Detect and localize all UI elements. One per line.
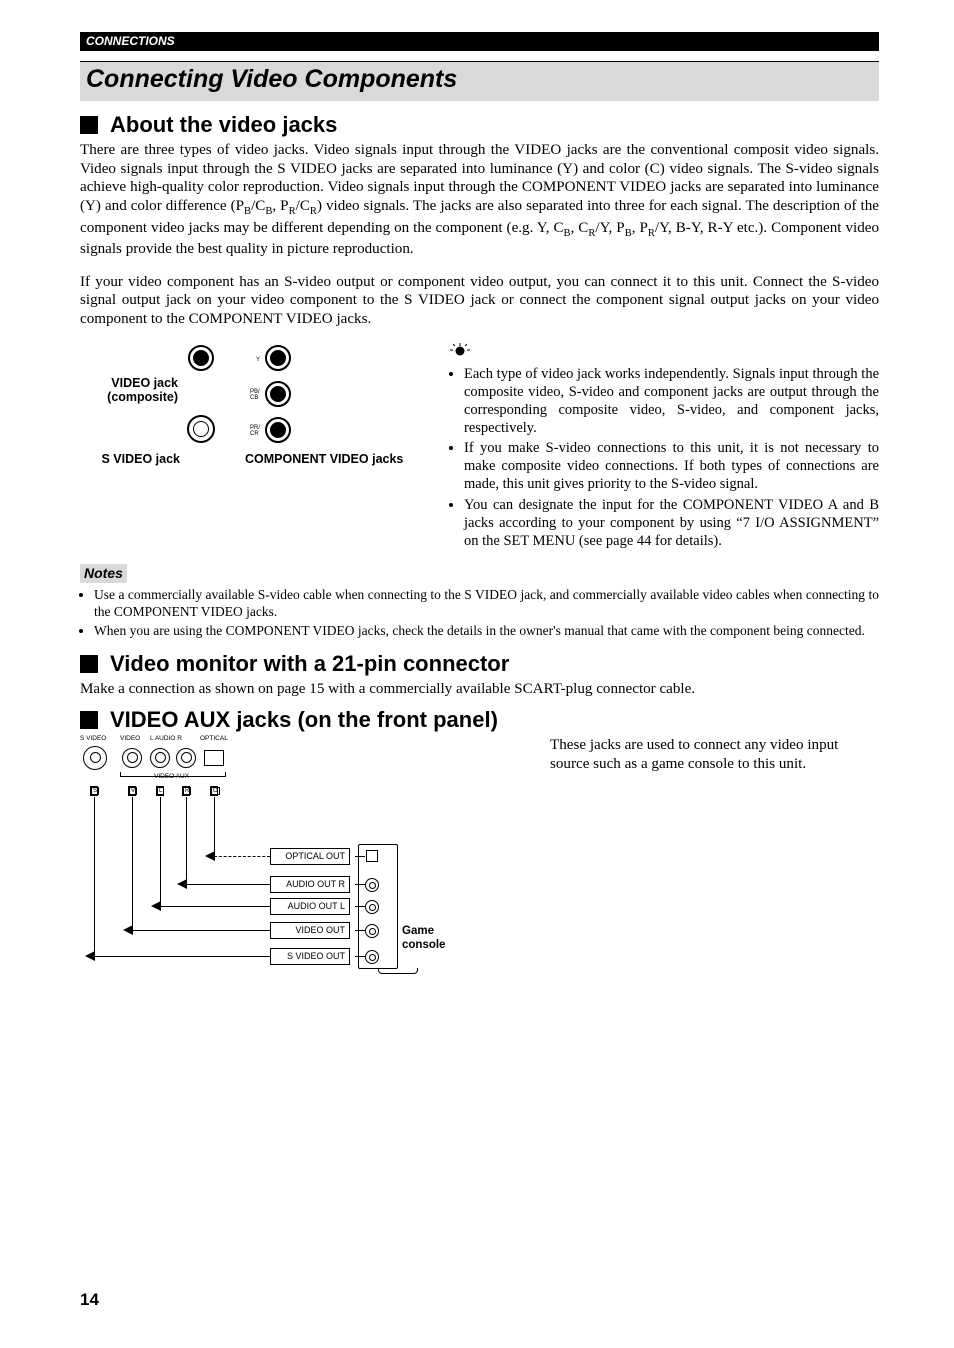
illustration-front-panel: S VIDEO VIDEO L AUDIO R OPTICAL VIDEO AU… [80, 736, 480, 976]
component-pb-label: PB/CB [250, 389, 260, 401]
page-title: Connecting Video Components [86, 65, 457, 93]
note-item: When you are using the COMPONENT VIDEO j… [94, 623, 879, 640]
tip-item: Each type of video jack works independen… [464, 365, 879, 438]
heading-video-aux: VIDEO AUX jacks (on the front panel) [80, 706, 879, 734]
fp-video-label: VIDEO [120, 736, 140, 743]
arrow-left-icon [151, 901, 161, 911]
optical-out-box: OPTICAL OUT [270, 848, 350, 865]
page-title-bar: Connecting Video Components [80, 61, 879, 101]
arrow-left-icon [123, 925, 133, 935]
tips-list: Each type of video jack works independen… [450, 365, 879, 550]
tip-item: If you make S-video connections to this … [464, 439, 879, 493]
svideo-jack-icon [187, 415, 215, 443]
fp-audio-l-jack-icon [150, 748, 170, 768]
arrow-left-icon [85, 951, 95, 961]
console-outline [358, 844, 398, 969]
component-y-label: Y [256, 357, 260, 363]
para-video-jacks-2: If your video component has an S-video o… [80, 273, 879, 330]
page-number: 14 [80, 1289, 99, 1310]
heading-text: Video monitor with a 21-pin connector [110, 650, 509, 678]
component-pb-jack-icon [265, 381, 291, 407]
square-bullet-icon [80, 711, 98, 729]
fp-optical-label: OPTICAL [200, 736, 228, 743]
svideo-jack-label: S VIDEO jack [80, 453, 180, 467]
console-label: Game console [402, 924, 480, 953]
pin-o-label: O [211, 787, 220, 795]
heading-text: About the video jacks [110, 111, 337, 139]
notes-list: Use a commercially available S-video cab… [80, 587, 879, 640]
component-jacks-label: COMPONENT VIDEO jacks [245, 453, 405, 467]
illustration-video-jacks: VIDEO jack (composite) S VIDEO jack Y PB… [80, 343, 420, 523]
svideo-out-box: S VIDEO OUT [270, 948, 350, 965]
note-item: Use a commercially available S-video cab… [94, 587, 879, 621]
component-pr-jack-icon [265, 417, 291, 443]
section-header: CONNECTIONS [80, 32, 879, 51]
pin-r-label: R [183, 787, 191, 795]
component-y-jack-icon [265, 345, 291, 371]
fp-video-jack-icon [122, 748, 142, 768]
notes-label: Notes [80, 564, 127, 584]
square-bullet-icon [80, 655, 98, 673]
audio-out-l-box: AUDIO OUT L [270, 898, 350, 915]
pin-l-label: L [157, 787, 164, 795]
component-pr-label: PR/CR [250, 425, 260, 437]
video-jack-label: VIDEO jack (composite) [88, 377, 178, 405]
fp-audio-label: L AUDIO R [150, 736, 182, 743]
square-bullet-icon [80, 116, 98, 134]
pin-v-label: V [129, 787, 137, 795]
pin-s-label: S [91, 787, 99, 795]
fp-svideo-label: S VIDEO [80, 736, 106, 743]
tip-icon [450, 343, 879, 363]
fp-audio-r-jack-icon [176, 748, 196, 768]
audio-out-r-box: AUDIO OUT R [270, 876, 350, 893]
tip-item: You can designate the input for the COMP… [464, 496, 879, 550]
heading-21pin: Video monitor with a 21-pin connector [80, 650, 879, 678]
arrow-left-icon [177, 879, 187, 889]
fp-videoaux-label: VIDEO AUX [154, 774, 189, 781]
para-21pin: Make a connection as shown on page 15 wi… [80, 680, 879, 699]
para-video-jacks-1: There are three types of video jacks. Vi… [80, 141, 879, 259]
fp-optical-jack-icon [204, 750, 224, 766]
fp-svideo-jack-icon [83, 746, 107, 770]
heading-text: VIDEO AUX jacks (on the front panel) [110, 706, 498, 734]
para-video-aux: These jacks are used to connect any vide… [550, 736, 879, 976]
heading-about-video-jacks: About the video jacks [80, 111, 879, 139]
video-out-box: VIDEO OUT [270, 922, 350, 939]
video-jack-icon [188, 345, 214, 371]
console-base [378, 968, 418, 974]
arrow-left-icon [205, 851, 215, 861]
